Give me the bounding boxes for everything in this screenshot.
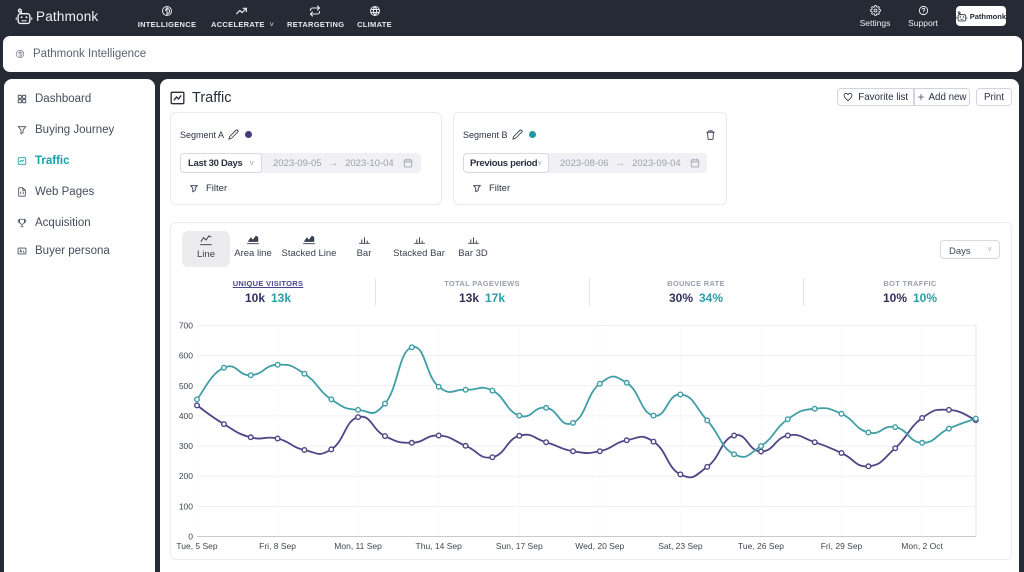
svg-text:600: 600 <box>179 351 193 361</box>
svg-text:Thu, 14 Sep: Thu, 14 Sep <box>416 541 463 551</box>
svg-text:300: 300 <box>179 441 193 451</box>
svg-text:Mon, 11 Sep: Mon, 11 Sep <box>334 541 382 551</box>
svg-text:Fri, 29 Sep: Fri, 29 Sep <box>821 541 863 551</box>
svg-text:Sun, 17 Sep: Sun, 17 Sep <box>496 541 543 551</box>
svg-text:500: 500 <box>179 381 193 391</box>
svg-text:Wed, 20 Sep: Wed, 20 Sep <box>575 541 624 551</box>
svg-text:Tue, 5 Sep: Tue, 5 Sep <box>176 541 218 551</box>
svg-text:Fri, 8 Sep: Fri, 8 Sep <box>259 541 296 551</box>
svg-text:400: 400 <box>179 411 193 421</box>
svg-text:100: 100 <box>179 501 193 511</box>
svg-text:200: 200 <box>179 471 193 481</box>
svg-text:0: 0 <box>188 532 193 542</box>
svg-text:Sat, 23 Sep: Sat, 23 Sep <box>658 541 703 551</box>
svg-text:Mon, 2 Oct: Mon, 2 Oct <box>901 541 943 551</box>
svg-text:700: 700 <box>179 321 193 331</box>
svg-text:Tue, 26 Sep: Tue, 26 Sep <box>738 541 784 551</box>
